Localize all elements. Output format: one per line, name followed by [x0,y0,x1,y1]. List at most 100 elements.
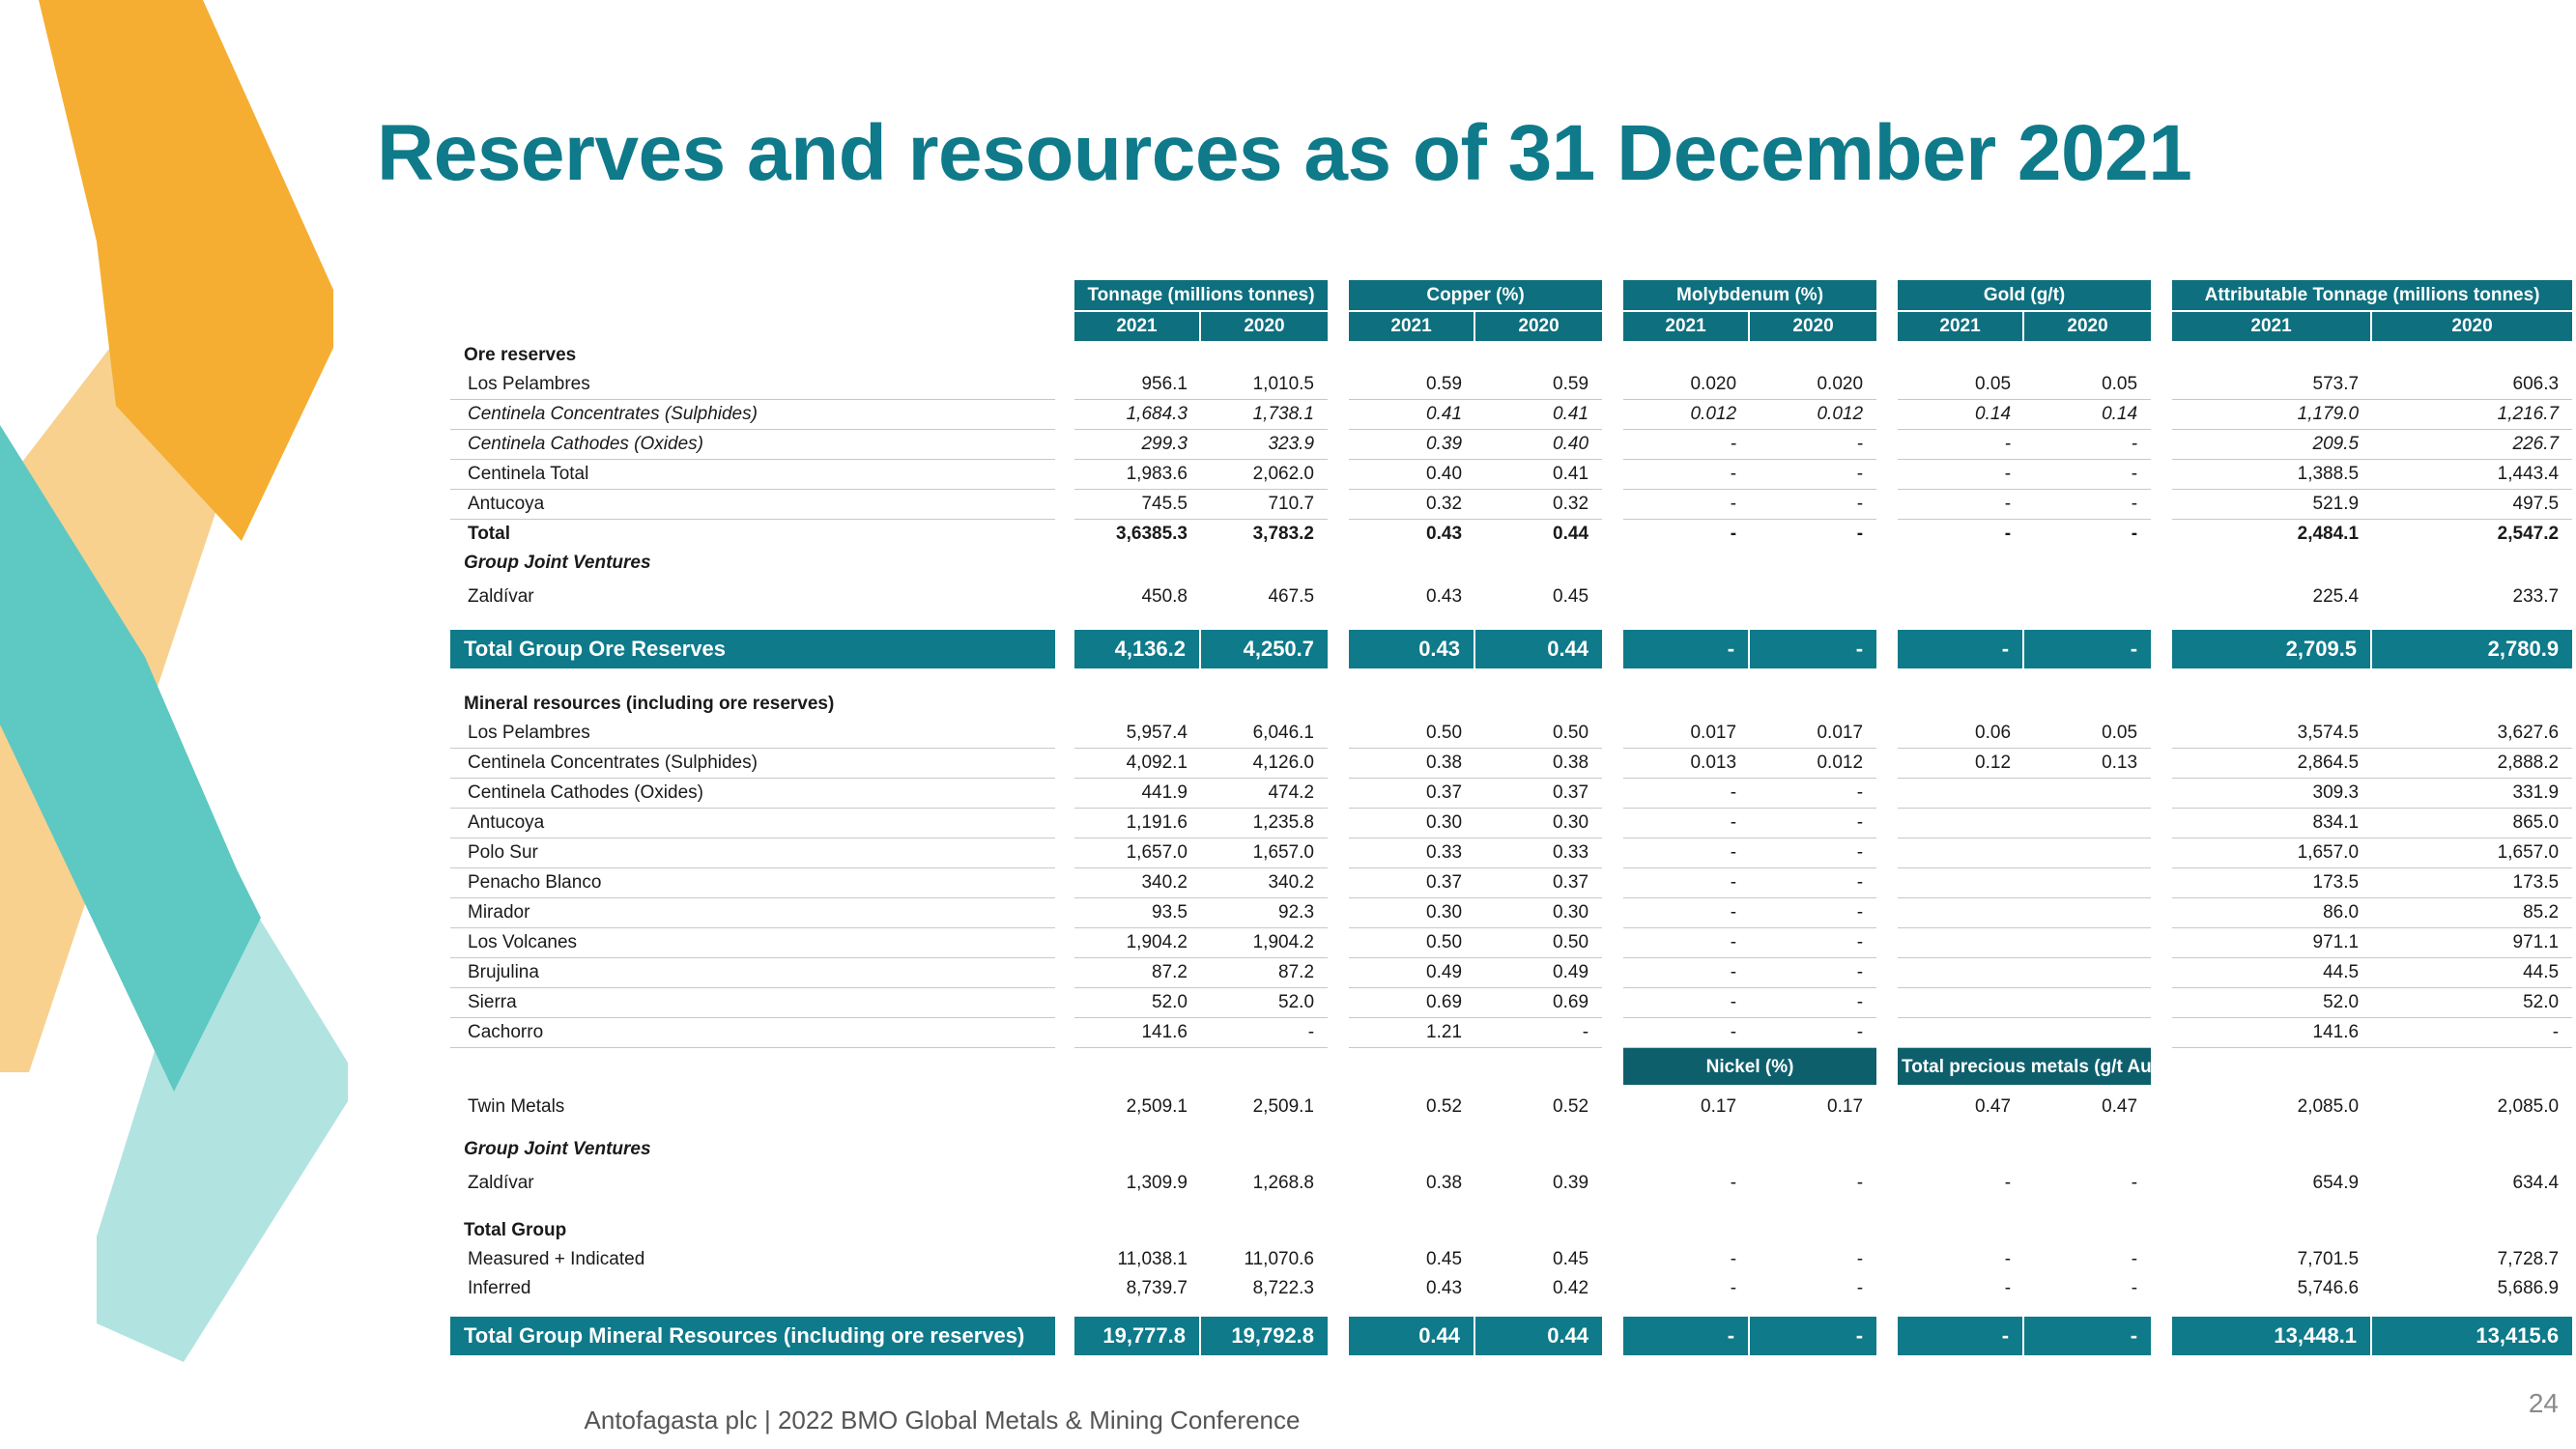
header-year: 2021 [1074,310,1201,341]
table-cell: 3,574.5 [2172,719,2373,749]
total-value: 4,136.2 [1074,630,1201,668]
column-gap [1328,719,1349,749]
table-cell: - [1623,898,1751,928]
table-cell: 0.52 [1553,1096,1589,1117]
total-value: 0.43 [1349,630,1476,668]
blank-cell [2172,1048,2372,1085]
row-label: Centinela Cathodes (Oxides) [450,430,1055,460]
total-label: Total Group Mineral Resources (including… [450,1317,1055,1355]
table-cell: 0.33 [1475,838,1603,868]
table-cell: 6,046.1 [1201,719,1329,749]
column-gap [1602,988,1623,1018]
table-cell: - [1623,490,1751,520]
table-cell: 1,268.8 [1252,1173,1315,1193]
table-cell: 0.30 [1475,898,1603,928]
table-cell [1898,988,2025,1018]
table-cell [2024,578,2151,616]
row-label: Twin Metals [468,1096,565,1117]
column-gap [1602,280,1623,310]
table-cell: - [2131,524,2138,544]
table-cell: 5,957.4 [1074,719,1201,749]
section-heading: Total Group [464,1220,567,1240]
table-cell: 2,888.2 [2372,749,2573,779]
spacer-cell [450,1085,2572,1093]
column-gap [1876,988,1898,1018]
column-gap [1055,868,1074,898]
table-cell: 2,085.0 [2297,1096,2360,1117]
table-cell: 1,179.0 [2172,400,2373,430]
table-cell: - [2004,1173,2012,1193]
table-cell: 7,701.5 [2297,1249,2360,1269]
table-cell: 1.21 [1349,1018,1476,1048]
table-row: Centinela Cathodes (Oxides) 299.3 323.9 0.3… [450,430,2573,460]
table-cell: 226.7 [2372,430,2573,460]
section-heading: Mineral resources (including ore reserve… [464,694,835,714]
column-gap [2151,958,2172,988]
total-value: - [1898,1317,2025,1355]
table-row: Centinela Concentrates (Sulphides) 4,092.… [450,749,2573,779]
column-gap [1055,898,1074,928]
row-label: Centinela Total [450,460,1055,490]
row-label: Los Pelambres [450,719,1055,749]
column-gap [1602,1164,1623,1203]
column-gap [1602,898,1623,928]
table-cell: 1,235.8 [1201,809,1329,838]
table-cell: - [1623,868,1751,898]
column-gap [1876,898,1898,928]
table-cell: - [1750,868,1877,898]
column-gap [1328,988,1349,1018]
page-title: Reserves and resources as of 31 December… [377,109,2192,197]
column-gap [2151,1018,2172,1048]
column-gap [2151,520,2172,549]
column-gap [1876,430,1898,460]
column-gap [1602,460,1623,490]
blank-cell [1328,1048,1349,1085]
column-gap [1876,868,1898,898]
column-gap [1055,928,1074,958]
row-label: Antucoya [450,809,1055,838]
table-row: Penacho Blanco 340.2 340.2 0.37 0.37- -173.5 1… [450,868,2573,898]
table-cell [2024,838,2152,868]
table-row: Antucoya 1,191.6 1,235.8 0.30 0.30- -834.1 865… [450,809,2573,838]
row-label: Measured + Indicated [468,1249,645,1269]
column-gap [1328,1274,1349,1303]
table-cell: 4,092.1 [1074,749,1201,779]
column-gap [1055,1245,1074,1274]
table-cell: 1,657.0 [2172,838,2373,868]
column-gap [1055,280,1074,310]
table-cell: 1,657.0 [1074,838,1201,868]
column-gap [1602,400,1623,430]
table-cell: 0.37 [1349,779,1476,809]
column-gap [1328,1317,1349,1355]
spacer-cell [450,1303,2572,1317]
column-gap [1055,400,1074,430]
column-gap [1876,520,1898,549]
column-gap [2151,430,2172,460]
table-cell: - [1623,838,1751,868]
column-gap [1055,490,1074,520]
table-cell [1898,958,2025,988]
table-cell: 86.0 [2172,898,2373,928]
blank-cell [2372,1048,2572,1085]
column-gap [1055,1274,1074,1303]
table-cell: 745.5 [1074,490,1201,520]
column-gap [1602,1274,1623,1303]
column-gap [2151,898,2172,928]
spacer-row [450,680,2572,690]
header-year: 2021 [2172,310,2373,341]
header-blank [450,310,1055,341]
column-gap [1328,280,1349,310]
table-cell [1898,868,2025,898]
total-value: - [1750,630,1877,668]
table-cell: 450.8 [1141,586,1188,607]
table-cell: 0.43 [1426,524,1463,544]
table-cell: - [1750,490,1877,520]
column-gap [1055,1317,1074,1355]
column-gap [1328,868,1349,898]
column-gap [1602,958,1623,988]
spacer-cell [450,680,2572,690]
column-gap [2151,280,2172,310]
table-cell: 0.37 [1475,868,1603,898]
column-gap [1602,809,1623,838]
table-cell: 0.37 [1475,779,1603,809]
